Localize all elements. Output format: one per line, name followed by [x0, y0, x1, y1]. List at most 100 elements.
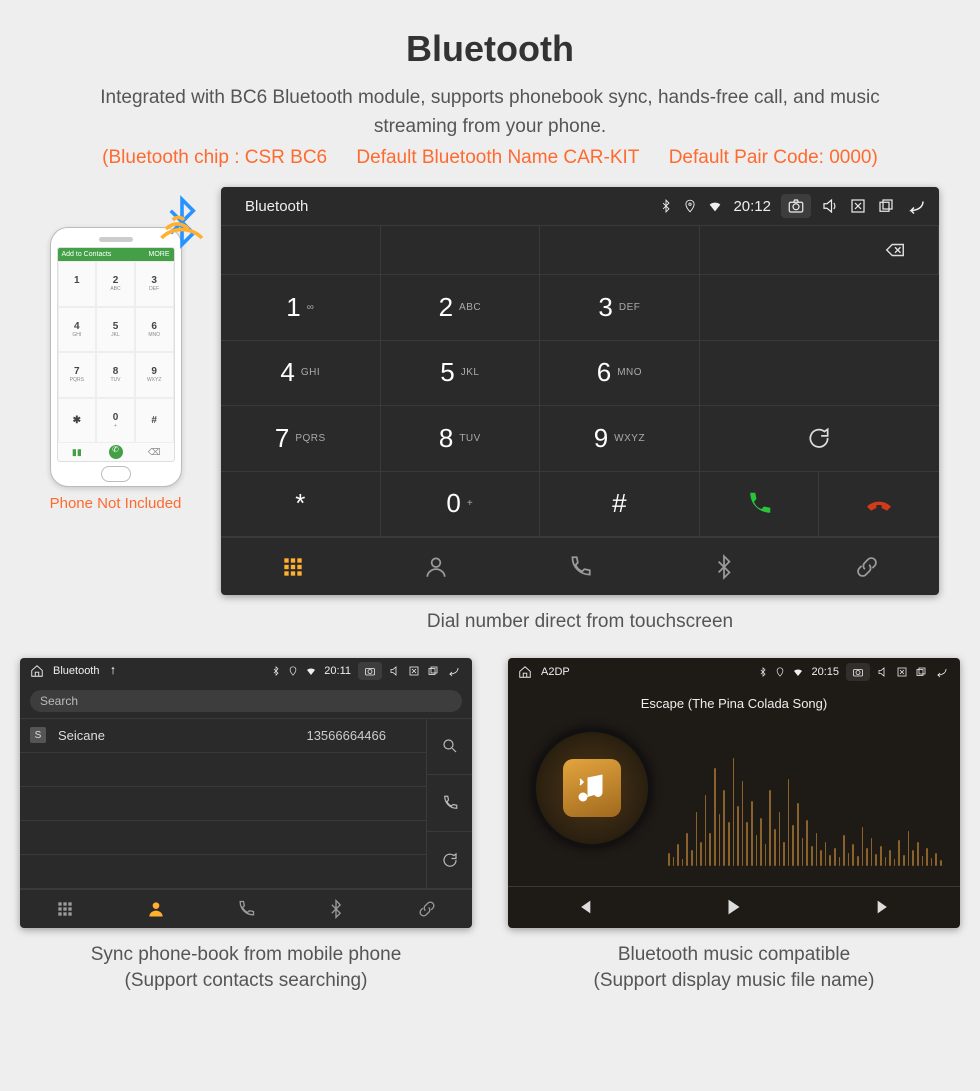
- back-icon[interactable]: [446, 665, 462, 677]
- bluetooth-icon: [155, 195, 209, 254]
- music-controls: [508, 886, 960, 928]
- tab-calllog[interactable]: [508, 538, 652, 595]
- dialer-statusbar: Bluetooth 20:12: [221, 187, 939, 225]
- side-search-icon[interactable]: [427, 719, 472, 776]
- keypad-spacer: [700, 275, 939, 341]
- contact-tag: S: [30, 727, 46, 743]
- location-icon: [775, 667, 785, 677]
- music-time: 20:15: [811, 666, 839, 678]
- next-button[interactable]: [809, 887, 960, 928]
- end-call-button[interactable]: [819, 472, 939, 537]
- contact-row[interactable]: S Seicane 13566664466: [20, 719, 426, 753]
- usb-icon: [108, 666, 118, 676]
- key-6[interactable]: 6MNO: [540, 341, 700, 407]
- number-display-row: [221, 225, 939, 275]
- volume-icon[interactable]: [877, 666, 889, 678]
- close-box-icon[interactable]: [408, 665, 420, 677]
- backspace-button[interactable]: [700, 226, 939, 275]
- contact-row-empty: [20, 787, 426, 821]
- close-box-icon[interactable]: [896, 666, 908, 678]
- music-note-icon: [563, 759, 621, 817]
- contact-row-empty: [20, 855, 426, 889]
- phonebook-title: Bluetooth: [53, 665, 99, 677]
- volume-icon[interactable]: [389, 665, 401, 677]
- contact-number: 13566664466: [306, 728, 386, 743]
- page-subtitle: Integrated with BC6 Bluetooth module, su…: [80, 84, 900, 141]
- contact-name: Seicane: [58, 728, 105, 743]
- location-icon: [683, 199, 697, 213]
- page-title: Bluetooth: [0, 0, 980, 84]
- side-call-icon[interactable]: [427, 775, 472, 832]
- recents-icon[interactable]: [877, 197, 895, 215]
- back-icon[interactable]: [905, 197, 929, 215]
- key-5[interactable]: 5JKL: [381, 341, 541, 407]
- contact-row-empty: [20, 821, 426, 855]
- spec-chip: (Bluetooth chip : CSR BC6: [102, 147, 327, 168]
- play-button[interactable]: [659, 887, 810, 928]
- bluetooth-status-icon: [659, 199, 673, 213]
- dialer-bottom-tabs: [221, 537, 939, 595]
- phonebook-caption: Sync phone-book from mobile phone (Suppo…: [91, 942, 402, 995]
- wifi-icon: [707, 198, 723, 214]
- bluetooth-status-icon: [758, 667, 768, 677]
- spec-name: Default Bluetooth Name CAR-KIT: [356, 147, 639, 168]
- tab-pair[interactable]: [382, 890, 472, 928]
- volume-icon[interactable]: [821, 197, 839, 215]
- track-title: Escape (The Pina Colada Song): [508, 686, 960, 721]
- music-statusbar: A2DP 20:15: [508, 658, 960, 686]
- recents-icon[interactable]: [427, 665, 439, 677]
- key-1[interactable]: 1∞: [221, 275, 381, 341]
- dialer-panel: Bluetooth 20:12: [221, 187, 939, 595]
- key-4[interactable]: 4GHI: [221, 341, 381, 407]
- dialer-time: 20:12: [733, 198, 771, 215]
- home-icon[interactable]: [30, 664, 44, 678]
- equalizer-visual: [668, 758, 942, 866]
- wifi-icon: [305, 665, 317, 677]
- screenshot-button[interactable]: [846, 663, 870, 681]
- refresh-button[interactable]: [700, 406, 939, 472]
- wifi-icon: [792, 666, 804, 678]
- tab-bluetooth[interactable]: [291, 890, 381, 928]
- location-icon: [288, 666, 298, 676]
- tab-pair[interactable]: [795, 538, 939, 595]
- search-input[interactable]: Search: [30, 690, 462, 712]
- phonebook-bottom-tabs: [20, 889, 472, 928]
- side-refresh-icon[interactable]: [427, 832, 472, 889]
- tab-contacts[interactable]: [110, 890, 200, 928]
- dialer-caption: Dial number direct from touchscreen: [221, 609, 939, 636]
- home-icon[interactable]: [518, 665, 532, 679]
- tab-contacts[interactable]: [365, 538, 509, 595]
- album-art: [532, 728, 652, 848]
- key-8[interactable]: 8TUV: [381, 406, 541, 472]
- key-0[interactable]: 0+: [381, 472, 541, 538]
- contact-row-empty: [20, 753, 426, 787]
- tab-dialpad[interactable]: [20, 890, 110, 928]
- prev-button[interactable]: [508, 887, 659, 928]
- music-caption: Bluetooth music compatible (Support disp…: [594, 942, 875, 995]
- key-*[interactable]: *: [221, 472, 381, 538]
- screenshot-button[interactable]: [358, 662, 382, 680]
- key-3[interactable]: 3DEF: [540, 275, 700, 341]
- keypad-spacer: [700, 341, 939, 407]
- spec-line: (Bluetooth chip : CSR BC6 Default Blueto…: [0, 147, 980, 169]
- phone-keypad: 1 2ABC3DEF 4GHI5JKL6MNO 7PQRS8TUV9WXYZ ✱…: [58, 261, 174, 443]
- tab-calllog[interactable]: [201, 890, 291, 928]
- key-#[interactable]: #: [540, 472, 700, 538]
- dialer-title: Bluetooth: [245, 198, 308, 215]
- phone-caption: Phone Not Included: [28, 495, 203, 512]
- key-7[interactable]: 7PQRS: [221, 406, 381, 472]
- tab-bluetooth[interactable]: [652, 538, 796, 595]
- phone-add-contacts-label: Add to Contacts: [62, 251, 112, 258]
- tab-dialpad[interactable]: [221, 538, 365, 595]
- music-panel: A2DP 20:15 Escape (The Pina Colada Song): [508, 658, 960, 928]
- back-icon[interactable]: [934, 666, 950, 678]
- close-box-icon[interactable]: [849, 197, 867, 215]
- phonebook-statusbar: Bluetooth 20:11: [20, 658, 472, 684]
- screenshot-button[interactable]: [781, 194, 811, 218]
- recents-icon[interactable]: [915, 666, 927, 678]
- key-9[interactable]: 9WXYZ: [540, 406, 700, 472]
- phone-device: Add to Contacts MORE 1 2ABC3DEF 4GHI5JKL…: [50, 227, 182, 487]
- call-button[interactable]: [700, 472, 820, 537]
- spec-code: Default Pair Code: 0000): [669, 147, 878, 168]
- key-2[interactable]: 2ABC: [381, 275, 541, 341]
